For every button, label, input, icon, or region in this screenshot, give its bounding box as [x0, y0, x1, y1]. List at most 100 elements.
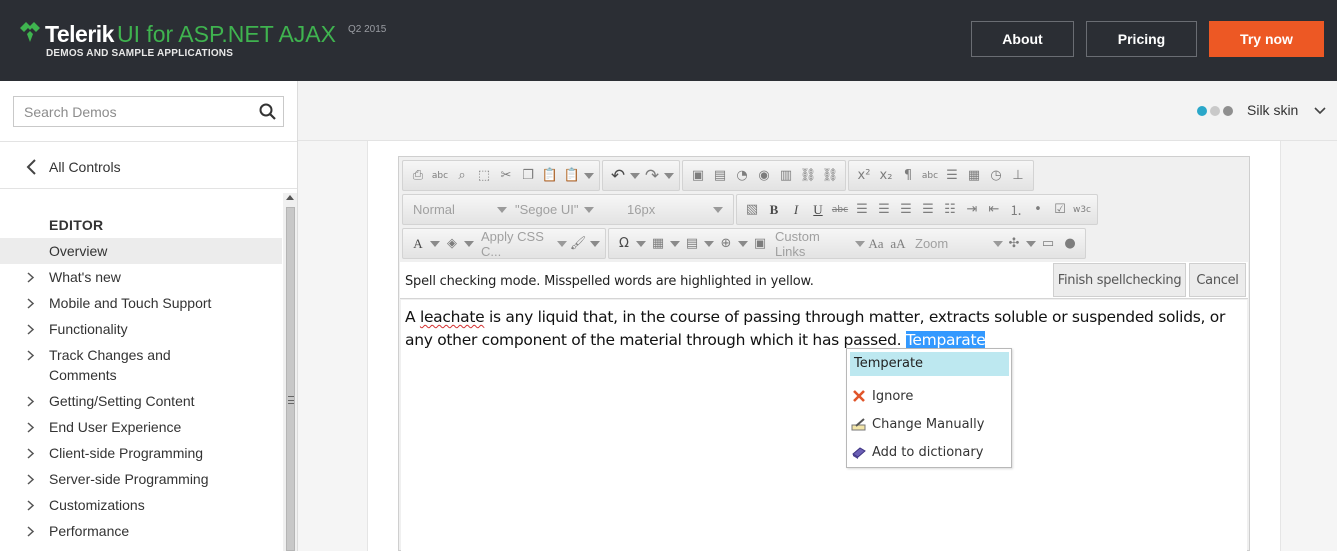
print-icon[interactable]: ⎙ — [407, 166, 429, 186]
toggle-screen-mode-icon[interactable]: ▭ — [1037, 234, 1059, 254]
paste-icon[interactable]: 📋 — [539, 166, 561, 186]
format-brush-icon[interactable]: 🖌 — [567, 234, 589, 254]
sidebar-scrollbar[interactable] — [283, 193, 297, 551]
format-painter-icon[interactable]: ▧ — [741, 200, 763, 220]
sidebar-item-customizations[interactable]: Customizations — [0, 495, 282, 515]
link-manager-icon[interactable]: ⛓ — [797, 166, 819, 186]
about-button[interactable]: About — [971, 21, 1074, 57]
paste-options-icon[interactable]: 📋 — [561, 166, 583, 186]
bulleted-list-icon[interactable]: • — [1027, 200, 1049, 220]
sidebar-item-getting-setting[interactable]: Getting/Setting Content — [0, 391, 282, 411]
skin-swatch[interactable] — [1197, 106, 1233, 116]
subscript-icon[interactable]: x₂ — [875, 166, 897, 186]
redo-icon[interactable]: ↷ — [641, 166, 663, 186]
back-color-caret[interactable] — [463, 234, 475, 254]
align-center-icon[interactable]: ☰ — [873, 200, 895, 220]
editor-content-area[interactable]: A leachate is any liquid that, in the co… — [401, 300, 1247, 551]
superscript-icon[interactable]: x² — [853, 166, 875, 186]
cancel-spellchecking-button[interactable]: Cancel — [1189, 263, 1246, 297]
symbols-icon[interactable]: Ω — [613, 234, 635, 254]
accessibility-validator-icon[interactable]: w3c — [1071, 200, 1093, 220]
flash-manager-icon[interactable]: ◔ — [731, 166, 753, 186]
skin-label[interactable]: Silk skin — [1247, 102, 1298, 118]
format-stripper-icon[interactable]: ⊥ — [1007, 166, 1029, 186]
font-name-dropdown[interactable]: "Segoe UI" — [515, 202, 619, 217]
select-all-icon[interactable]: ⬚ — [473, 166, 495, 186]
convert-to-lower-icon[interactable]: aA — [887, 234, 909, 254]
ignore-menu-item[interactable]: Ignore — [851, 385, 1009, 407]
symbols-caret[interactable] — [635, 234, 647, 254]
fore-color-icon[interactable]: A — [407, 234, 429, 254]
back-color-icon[interactable]: ◈ — [441, 234, 463, 254]
custom-links-dropdown[interactable]: Custom Links — [775, 229, 865, 259]
image-map-icon[interactable]: ▣ — [749, 234, 771, 254]
insert-snippet-caret[interactable] — [737, 234, 749, 254]
unlink-icon[interactable]: ⛓ — [819, 166, 841, 186]
numbered-list-icon[interactable]: ⒈ — [1005, 200, 1027, 220]
underline-icon[interactable]: U — [807, 200, 829, 220]
search-icon[interactable] — [259, 103, 276, 120]
template-manager-icon[interactable]: ▥ — [775, 166, 797, 186]
document-manager-icon[interactable]: ▤ — [709, 166, 731, 186]
cut-icon[interactable]: ✂ — [495, 166, 517, 186]
zoom-dropdown[interactable]: Zoom — [915, 236, 1003, 251]
italic-icon[interactable]: I — [785, 200, 807, 220]
sidebar-item-overview[interactable]: Overview — [0, 238, 282, 264]
try-now-button[interactable]: Try now — [1209, 21, 1324, 57]
sidebar-item-client-side[interactable]: Client-side Programming — [0, 443, 282, 463]
sidebar-item-whats-new[interactable]: What's new — [0, 267, 282, 287]
paragraph-style-dropdown[interactable]: Normal — [413, 202, 507, 217]
sidebar-item-performance[interactable]: Performance — [0, 521, 282, 541]
undo-icon[interactable]: ↶ — [607, 166, 629, 186]
paragraph-icon[interactable]: ¶ — [897, 166, 919, 186]
finish-spellchecking-button[interactable]: Finish spellchecking — [1053, 263, 1186, 297]
modules-caret[interactable] — [1025, 234, 1037, 254]
sidebar-item-end-user[interactable]: End User Experience — [0, 417, 282, 437]
scrollbar-thumb[interactable] — [286, 207, 295, 551]
paragraph-style-caret[interactable] — [703, 234, 715, 254]
convert-to-upper-icon[interactable]: Aa — [865, 234, 887, 254]
help-icon[interactable]: ● — [1059, 234, 1081, 254]
justify-icon[interactable]: ☰ — [917, 200, 939, 220]
remove-alignment-icon[interactable]: ☷ — [939, 200, 961, 220]
media-manager-icon[interactable]: ◉ — [753, 166, 775, 186]
insert-form-icon[interactable]: ▦ — [963, 166, 985, 186]
modules-icon[interactable]: ✣ — [1003, 234, 1025, 254]
change-manually-menu-item[interactable]: Change Manually — [851, 413, 1009, 435]
search-input[interactable] — [14, 97, 250, 126]
copy-icon[interactable]: ❐ — [517, 166, 539, 186]
sidebar-item-functionality[interactable]: Functionality — [0, 319, 282, 339]
editor-text[interactable]: A leachate is any liquid that, in the co… — [405, 306, 1241, 352]
insert-snippet-icon[interactable]: ⊕ — [715, 234, 737, 254]
horizontal-rule-icon[interactable]: ☰ — [941, 166, 963, 186]
format-brush-caret[interactable] — [589, 234, 601, 254]
format-code-block-icon[interactable]: abc — [919, 166, 941, 186]
outdent-icon[interactable]: ⇤ — [983, 200, 1005, 220]
fore-color-caret[interactable] — [429, 234, 441, 254]
scroll-up-arrow-icon[interactable] — [286, 195, 294, 200]
undo-dropdown-caret[interactable] — [629, 166, 641, 186]
css-class-dropdown[interactable]: Apply CSS C... — [481, 229, 567, 259]
bold-icon[interactable]: B — [763, 200, 785, 220]
chevron-down-icon[interactable] — [1313, 104, 1327, 118]
spellcheck-icon[interactable]: abc — [429, 166, 451, 186]
insert-date-icon[interactable]: ◷ — [985, 166, 1007, 186]
align-right-icon[interactable]: ☰ — [895, 200, 917, 220]
sidebar-item-mobile-touch[interactable]: Mobile and Touch Support — [0, 293, 282, 313]
paste-dropdown-caret[interactable] — [583, 166, 595, 186]
sidebar-item-track-changes[interactable]: Track Changes and Comments — [0, 345, 282, 385]
image-manager-icon[interactable]: ▣ — [687, 166, 709, 186]
font-size-dropdown[interactable]: 16px — [627, 202, 723, 217]
sidebar-item-server-side[interactable]: Server-side Programming — [0, 469, 282, 489]
xhtml-validator-icon[interactable]: ☑ — [1049, 200, 1071, 220]
misspelled-word[interactable]: leachate — [420, 308, 485, 326]
suggestion-item[interactable]: Temperate — [850, 352, 1009, 376]
pricing-button[interactable]: Pricing — [1086, 21, 1197, 57]
strikethrough-icon[interactable]: abc — [829, 200, 851, 220]
all-controls-link[interactable]: All Controls — [25, 155, 121, 179]
selected-misspelled-word[interactable]: Temparate — [905, 331, 986, 349]
add-to-dictionary-menu-item[interactable]: Add to dictionary — [851, 441, 1009, 463]
indent-icon[interactable]: ⇥ — [961, 200, 983, 220]
paragraph-style-icon[interactable]: ▤ — [681, 234, 703, 254]
find-replace-icon[interactable]: ⌕ — [451, 166, 473, 186]
